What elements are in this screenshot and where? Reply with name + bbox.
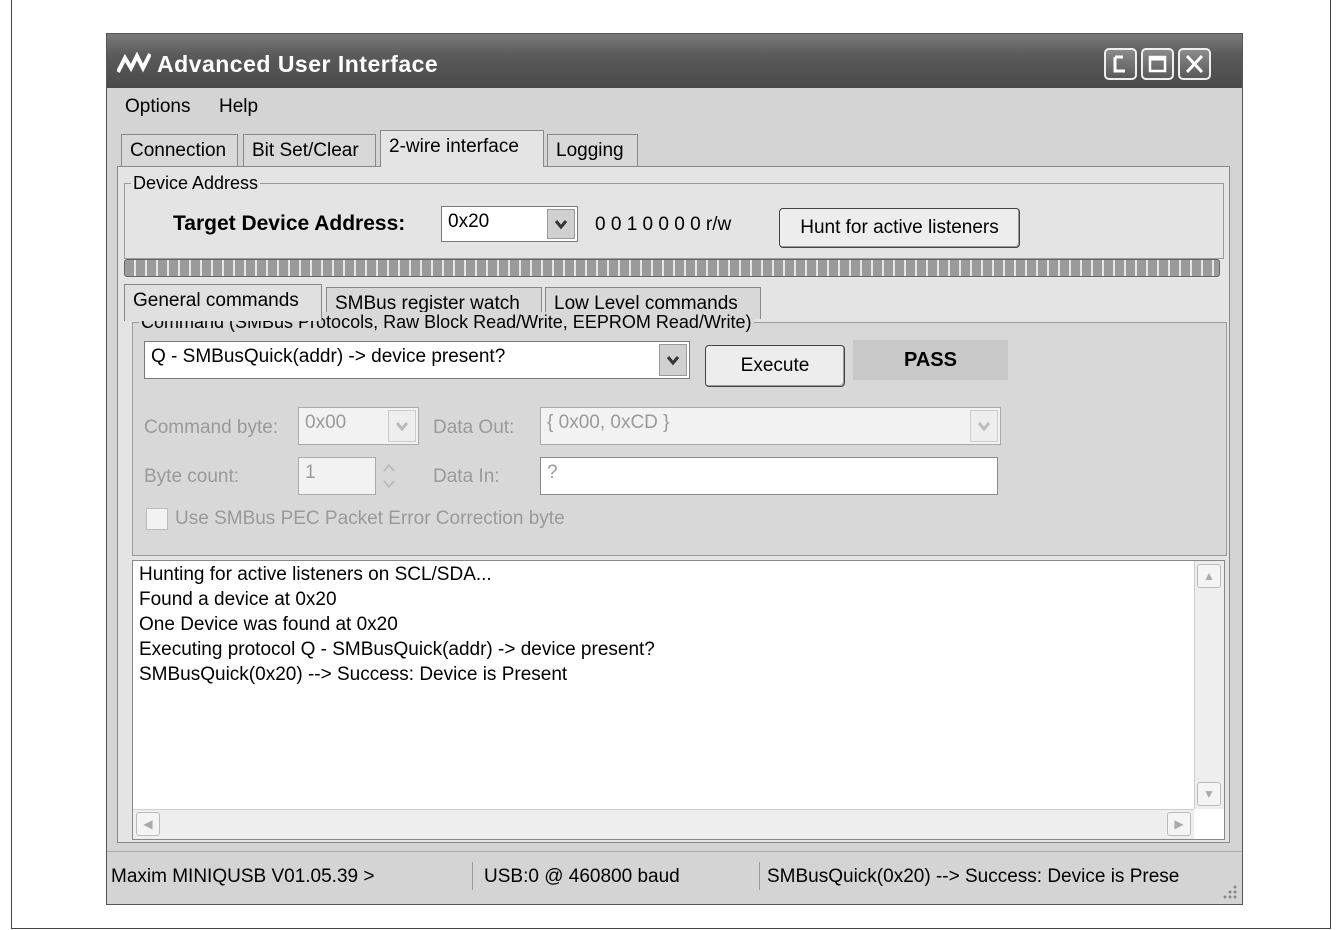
status-divider — [472, 862, 473, 890]
maximize-icon — [1148, 55, 1167, 73]
app-window: Advanced User Interface Options Help Con… — [106, 33, 1243, 905]
title-bar[interactable]: Advanced User Interface — [107, 34, 1242, 88]
command-group: Command (SMBus Protocols, Raw Block Read… — [132, 312, 1227, 556]
log-line: Hunting for active listeners on SCL/SDA.… — [139, 564, 492, 585]
scroll-left-icon[interactable]: ◀ — [136, 812, 160, 836]
command-selected-value: Q - SMBusQuick(addr) -> device present? — [151, 346, 506, 367]
activity-progress-bar — [124, 259, 1220, 277]
log-line: SMBusQuick(0x20) --> Success: Device is … — [139, 664, 568, 685]
tab-2-wire-interface[interactable]: 2-wire interface — [380, 130, 544, 167]
pec-checkbox[interactable] — [146, 508, 168, 530]
menu-bar: Options Help — [107, 88, 1242, 120]
close-button[interactable] — [1178, 48, 1211, 80]
data-in-label: Data In: — [433, 466, 500, 487]
close-icon — [1185, 54, 1204, 74]
command-byte-label: Command byte: — [144, 417, 279, 438]
device-address-group: Device Address Target Device Address: 0x… — [124, 173, 1224, 259]
menu-options[interactable]: Options — [125, 96, 190, 118]
target-address-select[interactable]: 0x20 — [441, 206, 578, 242]
data-out-label: Data Out: — [433, 417, 515, 438]
log-line: Found a device at 0x20 — [139, 589, 337, 610]
command-byte-value: 0x00 — [305, 412, 347, 433]
target-device-address-label: Target Device Address: — [173, 212, 406, 235]
status-version: Maxim MINIQUSB V01.05.39 > — [111, 866, 375, 887]
menu-help[interactable]: Help — [219, 96, 258, 118]
byte-count-input[interactable]: 1 — [298, 457, 376, 495]
status-bar: Maxim MINIQUSB V01.05.39 > USB:0 @ 46080… — [107, 851, 1242, 904]
status-divider — [759, 862, 760, 890]
byte-count-spinner[interactable] — [378, 457, 400, 495]
data-in-value: ? — [547, 462, 558, 483]
tab-connection[interactable]: Connection — [121, 134, 238, 166]
log-horizontal-scrollbar[interactable]: ◀ ▶ — [133, 809, 1194, 839]
maxim-logo-icon — [117, 52, 151, 73]
status-connection: USB:0 @ 460800 baud — [484, 866, 680, 887]
log-line: Executing protocol Q - SMBusQuick(addr) … — [139, 639, 655, 660]
tab-logging[interactable]: Logging — [547, 134, 638, 166]
window-title: Advanced User Interface — [157, 51, 439, 77]
data-in-field[interactable]: ? — [540, 457, 998, 495]
maximize-button[interactable] — [1141, 48, 1174, 80]
command-select[interactable]: Q - SMBusQuick(addr) -> device present? — [144, 341, 690, 379]
chevron-down-icon[interactable] — [388, 410, 416, 442]
scroll-right-icon[interactable]: ▶ — [1167, 812, 1191, 836]
tab-bit-set-clear[interactable]: Bit Set/Clear — [243, 134, 376, 166]
minimize-button[interactable] — [1104, 48, 1137, 80]
data-out-select[interactable]: { 0x00, 0xCD } — [540, 407, 1001, 445]
minimize-icon — [1113, 55, 1125, 73]
pec-checkbox-label: Use SMBus PEC Packet Error Correction by… — [175, 508, 565, 529]
spinner-arrows-icon — [383, 463, 395, 489]
chevron-down-icon[interactable] — [547, 209, 575, 239]
scroll-up-icon[interactable]: ▲ — [1197, 564, 1221, 588]
target-address-value: 0x20 — [448, 211, 490, 232]
byte-count-value: 1 — [305, 462, 316, 483]
log-vertical-scrollbar[interactable]: ▲ ▼ — [1194, 561, 1224, 809]
chevron-down-icon[interactable] — [659, 344, 687, 376]
status-message: SMBusQuick(0x20) --> Success: Device is … — [767, 866, 1180, 887]
result-status-badge: PASS — [853, 340, 1008, 380]
data-out-value: { 0x00, 0xCD } — [547, 412, 670, 433]
log-output[interactable]: Hunting for active listeners on SCL/SDA.… — [132, 560, 1225, 840]
scroll-down-icon[interactable]: ▼ — [1197, 782, 1221, 806]
hunt-listeners-button[interactable]: Hunt for active listeners — [779, 208, 1020, 248]
address-binary-readout: 0 0 1 0 0 0 0 r/w — [595, 214, 732, 235]
chevron-down-icon[interactable] — [970, 410, 998, 442]
command-byte-select[interactable]: 0x00 — [298, 407, 419, 445]
tab-panel-2-wire: Device Address Target Device Address: 0x… — [117, 166, 1230, 843]
execute-button[interactable]: Execute — [705, 345, 845, 387]
device-address-legend: Device Address — [131, 173, 261, 194]
log-line: One Device was found at 0x20 — [139, 614, 398, 635]
byte-count-label: Byte count: — [144, 466, 240, 487]
subtab-general-commands[interactable]: General commands — [124, 284, 322, 321]
resize-grip-icon[interactable] — [1220, 882, 1238, 900]
